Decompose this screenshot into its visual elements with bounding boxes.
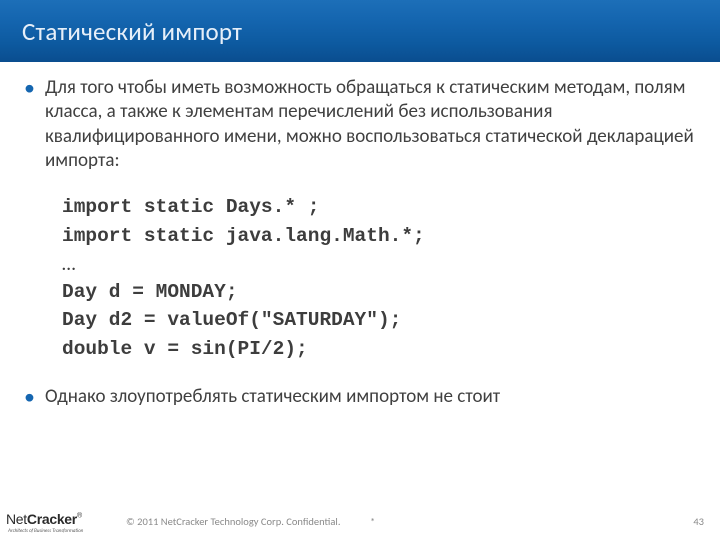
slide-title: Статический импорт	[22, 16, 242, 47]
logo-tagline: Architects of Business Transformation	[6, 528, 114, 534]
bullet-icon: •	[24, 385, 35, 409]
logo: NetCracker® Architects of Business Trans…	[6, 511, 114, 534]
logo-part-net: Net	[6, 511, 27, 527]
code-block: import static Days.* ; import static jav…	[24, 193, 696, 363]
bullet-text: Однако злоупотреблять статическим импорт…	[45, 385, 696, 409]
bullet-item: • Для того чтобы иметь возможность обращ…	[24, 76, 696, 173]
logo-registered-icon: ®	[77, 513, 82, 520]
copyright-text: © 2011 NetCracker Technology Corp. Confi…	[126, 515, 341, 528]
code-line: import static Days.* ;	[62, 193, 696, 221]
slide-footer: NetCracker® Architects of Business Trans…	[0, 498, 720, 540]
bullet-item: • Однако злоупотреблять статическим импо…	[24, 385, 696, 409]
bullet-icon: •	[24, 76, 35, 173]
slide: Статический импорт • Для того чтобы имет…	[0, 0, 720, 540]
footnote-marker: *	[370, 515, 375, 528]
slide-content: • Для того чтобы иметь возможность обращ…	[0, 62, 720, 409]
logo-part-cracker: Cracker	[27, 511, 77, 527]
code-line: double v = sin(PI/2);	[62, 335, 696, 363]
code-line: Day d2 = valueOf("SATURDAY");	[62, 306, 696, 334]
code-line: …	[62, 250, 696, 278]
logo-text: NetCracker®	[6, 511, 114, 529]
page-number: 43	[693, 515, 704, 528]
code-line: import static java.lang.Math.*;	[62, 222, 696, 250]
bullet-text: Для того чтобы иметь возможность обращат…	[45, 76, 696, 173]
code-line: Day d = MONDAY;	[62, 278, 696, 306]
slide-header: Статический импорт	[0, 0, 720, 62]
